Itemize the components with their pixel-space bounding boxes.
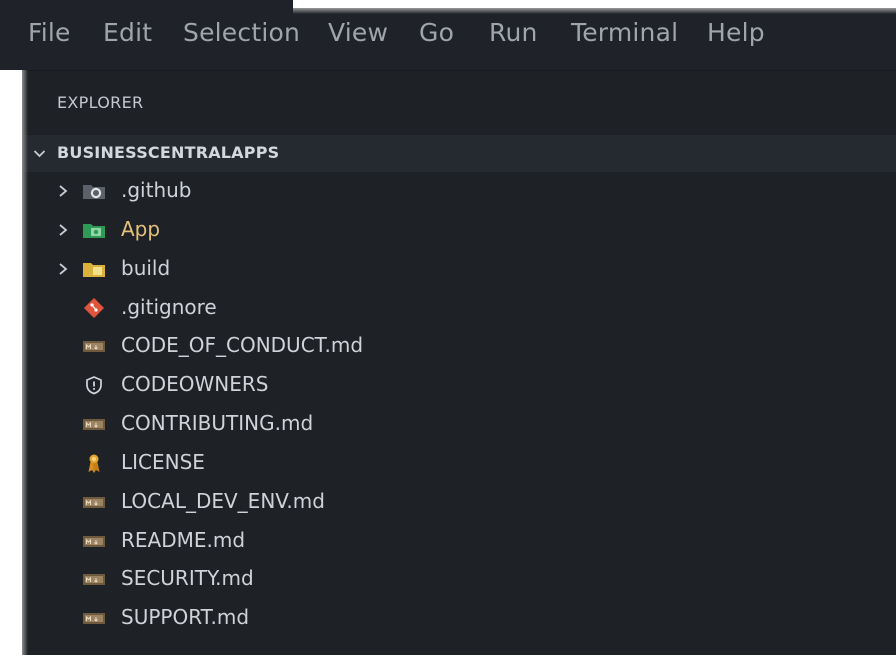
build-folder-icon	[83, 263, 105, 277]
markdown-icon	[83, 613, 105, 624]
tree-item-label: CODEOWNERS	[121, 372, 269, 396]
tree-item-label: .gitignore	[121, 295, 217, 319]
shadow-edge-top	[293, 8, 896, 14]
tree-item-security[interactable]: SECURITY.md	[22, 560, 896, 598]
tree-item-github[interactable]: .github	[22, 172, 896, 210]
tree-item-label: README.md	[121, 528, 246, 552]
markdown-icon	[83, 497, 105, 508]
tree-item-license[interactable]: LICENSE	[22, 444, 896, 482]
vscode-window: File Edit Selection View Go Run Terminal…	[0, 0, 896, 655]
tree-item-label: SUPPORT.md	[121, 605, 250, 629]
menu-help[interactable]: Help	[707, 18, 765, 47]
tree-item-label: App	[121, 217, 161, 241]
menu-view[interactable]: View	[328, 18, 388, 47]
git-icon	[84, 298, 104, 318]
chevron-right-icon[interactable]	[57, 262, 69, 276]
tree-item-gitignore[interactable]: .gitignore	[22, 289, 896, 327]
tree-item-build[interactable]: build	[22, 250, 896, 288]
tree-item-support[interactable]: SUPPORT.md	[22, 599, 896, 637]
tree-item-label: LICENSE	[121, 450, 205, 474]
menu-run[interactable]: Run	[489, 18, 538, 47]
shadow-edge-left	[22, 70, 28, 655]
menu-terminal[interactable]: Terminal	[571, 18, 678, 47]
tree-item-label: CONTRIBUTING.md	[121, 411, 314, 435]
tree-item-code-of-conduct[interactable]: CODE_OF_CONDUCT.md	[22, 327, 896, 365]
tree-item-label: .github	[121, 178, 192, 202]
workspace-name: BUSINESSCENTRALAPPS	[57, 143, 280, 162]
tree-item-local-dev-env[interactable]: LOCAL_DEV_ENV.md	[22, 483, 896, 521]
background-edge-top	[293, 0, 896, 8]
tree-item-contributing[interactable]: CONTRIBUTING.md	[22, 405, 896, 443]
chevron-down-icon[interactable]	[33, 147, 46, 160]
tree-item-label: build	[121, 256, 171, 280]
chevron-right-icon[interactable]	[57, 223, 69, 237]
tree-item-readme[interactable]: README.md	[22, 522, 896, 560]
tree-item-label: LOCAL_DEV_ENV.md	[121, 489, 325, 513]
chevron-right-icon[interactable]	[57, 184, 69, 198]
shield-icon	[86, 376, 102, 395]
background-edge-left	[0, 70, 22, 655]
tree-item-codeowners[interactable]: CODEOWNERS	[22, 366, 896, 404]
menu-file[interactable]: File	[28, 18, 71, 47]
menu-selection[interactable]: Selection	[183, 18, 300, 47]
markdown-icon	[83, 419, 105, 430]
tree-item-label: CODE_OF_CONDUCT.md	[121, 333, 364, 357]
github-folder-icon	[83, 185, 105, 199]
markdown-icon	[83, 536, 105, 547]
tree-item-label: SECURITY.md	[121, 566, 254, 590]
menu-go[interactable]: Go	[419, 18, 454, 47]
tree-item-app[interactable]: App	[22, 211, 896, 249]
menu-edit[interactable]: Edit	[103, 18, 152, 47]
license-icon	[88, 454, 100, 473]
markdown-icon	[83, 341, 105, 352]
app-folder-icon	[83, 224, 105, 238]
markdown-icon	[83, 574, 105, 585]
explorer-title: EXPLORER	[57, 93, 144, 112]
